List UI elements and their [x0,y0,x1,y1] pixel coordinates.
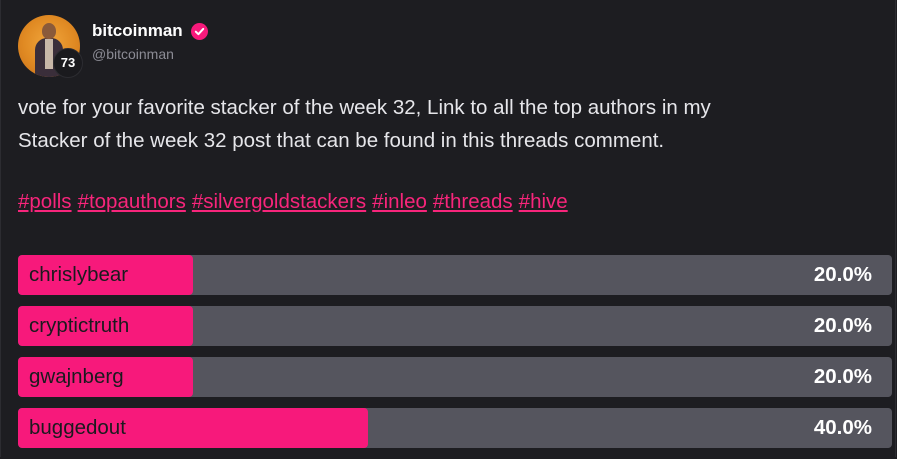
poll-option[interactable]: cryptictruth 20.0% [18,306,892,346]
avatar-person-head [42,23,56,39]
avatar-person-shirt [45,39,53,69]
hashtag-threads[interactable]: #threads [433,188,513,216]
poll-option-label: buggedout [29,416,126,439]
post-text-line: vote for your favorite stacker of the we… [18,96,711,119]
poll-option-label: gwajnberg [29,365,124,388]
hashtag-inleo[interactable]: #inleo [372,188,427,216]
post-body: vote for your favorite stacker of the we… [18,92,878,157]
hashtag-topauthors[interactable]: #topauthors [78,188,186,216]
author-handle[interactable]: @bitcoinman [92,46,174,62]
thread-card: 73 bitcoinman @bitcoinman vote for your … [0,0,896,457]
hashtag-polls[interactable]: #polls [18,188,72,216]
hashtag-hive[interactable]: #hive [519,188,568,216]
poll-option[interactable]: gwajnberg 20.0% [18,357,892,397]
poll-option-percent: 20.0% [813,365,872,388]
poll-option[interactable]: chrislybear 20.0% [18,255,892,295]
reputation-badge: 73 [53,48,83,78]
poll-option-label: cryptictruth [29,314,130,337]
poll-option-label: chrislybear [29,263,129,286]
verified-check-icon [190,22,208,40]
hashtag-list: #polls #topauthors #silvergoldstackers #… [18,188,568,216]
poll-option-percent: 20.0% [813,263,872,286]
hashtag-silvergoldstackers[interactable]: #silvergoldstackers [192,188,366,216]
author-name-row[interactable]: bitcoinman [92,21,208,41]
poll-option[interactable]: buggedout 40.0% [18,408,892,448]
author-display-name[interactable]: bitcoinman [92,21,183,41]
post-text-line: Stacker of the week 32 post that can be … [18,128,665,152]
poll: chrislybear 20.0% cryptictruth 20.0% gwa… [18,255,892,459]
poll-option-percent: 40.0% [813,416,872,439]
poll-option-percent: 20.0% [813,314,872,337]
